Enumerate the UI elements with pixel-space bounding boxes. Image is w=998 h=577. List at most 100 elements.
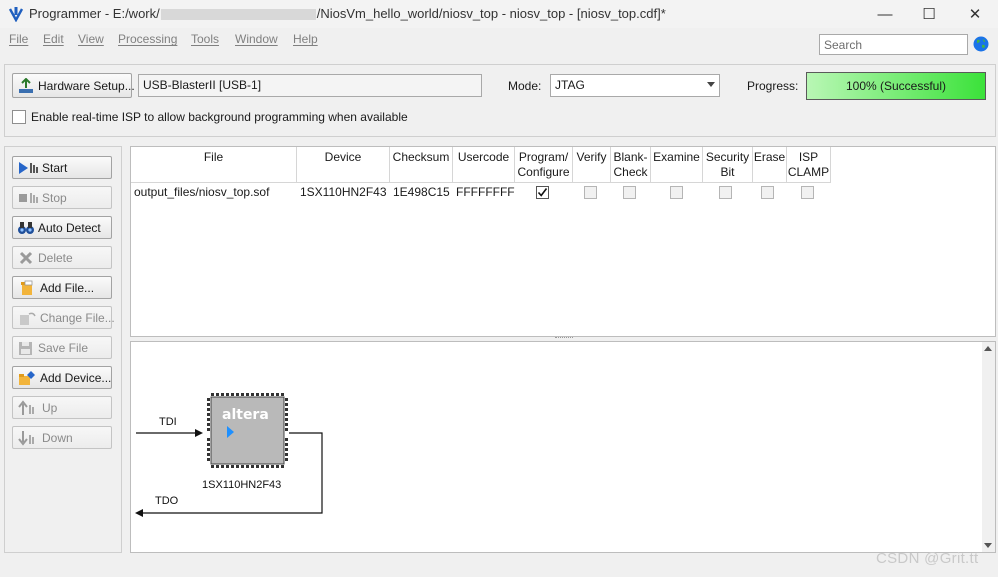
change-file-button[interactable]: Change File... [12,306,115,329]
col-header-program-line2: Configure [517,164,570,179]
add-file-icon [21,280,33,295]
add-device-icon [19,370,35,385]
col-header-security-line2: Bit [720,164,735,179]
col-header-security-line1: Security [705,149,750,164]
blank-check-checkbox[interactable] [623,186,636,199]
down-arrow-icon [18,430,34,446]
menu-bar: File Edit View Processing Tools Window H… [0,30,700,50]
col-header-program-line1: Program/ [518,149,569,164]
tdi-arrowhead [195,429,203,437]
col-header-blank-check[interactable]: Blank- Check [611,147,651,183]
menu-processing[interactable]: Processing [118,32,177,46]
isp-clamp-checkbox[interactable] [801,186,814,199]
add-file-button[interactable]: Add File... [12,276,112,299]
menu-file[interactable]: File [9,32,28,46]
minimize-icon: — [877,5,893,23]
scroll-down-icon[interactable] [984,543,992,548]
col-header-file[interactable]: File [131,147,297,183]
binoculars-icon [18,221,34,234]
hardware-setup-icon [19,77,33,93]
col-header-usercode[interactable]: Usercode [453,147,515,183]
col-header-security-bit[interactable]: Security Bit [703,147,753,183]
isp-checkbox[interactable] [12,110,26,124]
security-bit-checkbox[interactable] [719,186,732,199]
delete-icon [19,251,33,264]
change-file-label: Change File... [40,310,115,325]
add-device-label: Add Device... [40,370,112,385]
scroll-up-icon[interactable] [984,346,992,351]
tdo-arrowhead [135,509,143,517]
program-checkbox[interactable] [536,186,549,199]
delete-button[interactable]: Delete [12,246,112,269]
auto-detect-label: Auto Detect [38,220,101,235]
chevron-down-icon [707,82,715,87]
search-input[interactable] [819,34,968,55]
jtag-chain-view: altera TDI TDO 1SX110HN2F43 [130,341,996,553]
col-header-checksum[interactable]: Checksum [390,147,453,183]
col-header-erase[interactable]: Erase [753,147,787,183]
minimize-button[interactable]: — [862,0,908,28]
jtag-chain-diagram: altera TDI TDO 1SX110HN2F43 [135,393,323,517]
add-file-label: Add File... [40,280,95,295]
close-button[interactable]: ✕ [952,0,998,28]
row-usercode: FFFFFFFF [456,185,515,199]
col-header-verify[interactable]: Verify [573,147,611,183]
programmer-app-icon [8,7,24,22]
menu-view[interactable]: View [78,32,104,46]
maximize-button[interactable]: ☐ [906,0,952,28]
menu-tools[interactable]: Tools [191,32,219,46]
col-header-isp-clamp[interactable]: ISP CLAMP [787,147,831,183]
stop-icon [19,192,38,203]
delete-label: Delete [38,250,73,265]
maximize-icon: ☐ [922,6,936,23]
hardware-setup-button[interactable]: Hardware Setup... [12,73,135,98]
down-label: Down [42,430,73,445]
splitter-handle[interactable] [555,337,573,340]
globe-icon[interactable] [973,36,989,52]
auto-detect-button[interactable]: Auto Detect [12,216,112,239]
erase-checkbox[interactable] [761,186,774,199]
save-icon [19,341,32,355]
start-icon [19,161,38,174]
programming-table: File Device Checksum Usercode Program/ C… [130,146,996,337]
hardware-field: USB-BlasterII [USB-1] [138,74,482,97]
col-header-program-configure[interactable]: Program/ Configure [515,147,573,183]
stop-label: Stop [42,190,67,205]
stop-button[interactable]: Stop [12,186,112,209]
mode-select[interactable]: JTAG [550,74,720,97]
verify-checkbox[interactable] [584,186,597,199]
up-label: Up [42,400,58,415]
add-device-button[interactable]: Add Device... [12,366,112,389]
menu-edit[interactable]: Edit [43,32,64,46]
start-label: Start [42,160,68,175]
col-header-isp-line1: ISP [798,149,819,164]
up-button[interactable]: Up [12,396,112,419]
col-header-device[interactable]: Device [297,147,390,183]
mode-value: JTAG [555,78,585,92]
tdo-label: TDO [155,495,179,507]
menu-help[interactable]: Help [293,32,318,46]
hardware-setup-label: Hardware Setup... [38,78,135,93]
mode-label: Mode: [508,79,542,93]
down-button[interactable]: Down [12,426,112,449]
checkmark-icon [537,188,548,197]
row-checksum: 1E498C15 [393,185,450,199]
change-file-icon [20,312,36,325]
tdi-label: TDI [159,416,177,428]
title-suffix: /NiosVm_hello_world/niosv_top - niosv_to… [316,6,666,21]
row-device[interactable]: 1SX110HN2F43 [300,185,387,201]
col-header-isp-line2: CLAMP [787,164,830,179]
save-file-button[interactable]: Save File [12,336,112,359]
chain-scrollbar[interactable] [982,342,995,552]
title-prefix: Programmer - E:/work/ [29,6,160,21]
chip-logo: altera [222,407,269,423]
progress-label: Progress: [747,79,799,93]
examine-checkbox[interactable] [670,186,683,199]
col-header-blank-line2: Check [613,164,648,179]
col-header-blank-line1: Blank- [613,149,648,164]
menu-window[interactable]: Window [235,32,278,46]
start-button[interactable]: Start [12,156,112,179]
up-arrow-icon [18,399,34,415]
col-header-examine[interactable]: Examine [651,147,703,183]
row-file[interactable]: output_files/niosv_top.sof [134,185,269,201]
